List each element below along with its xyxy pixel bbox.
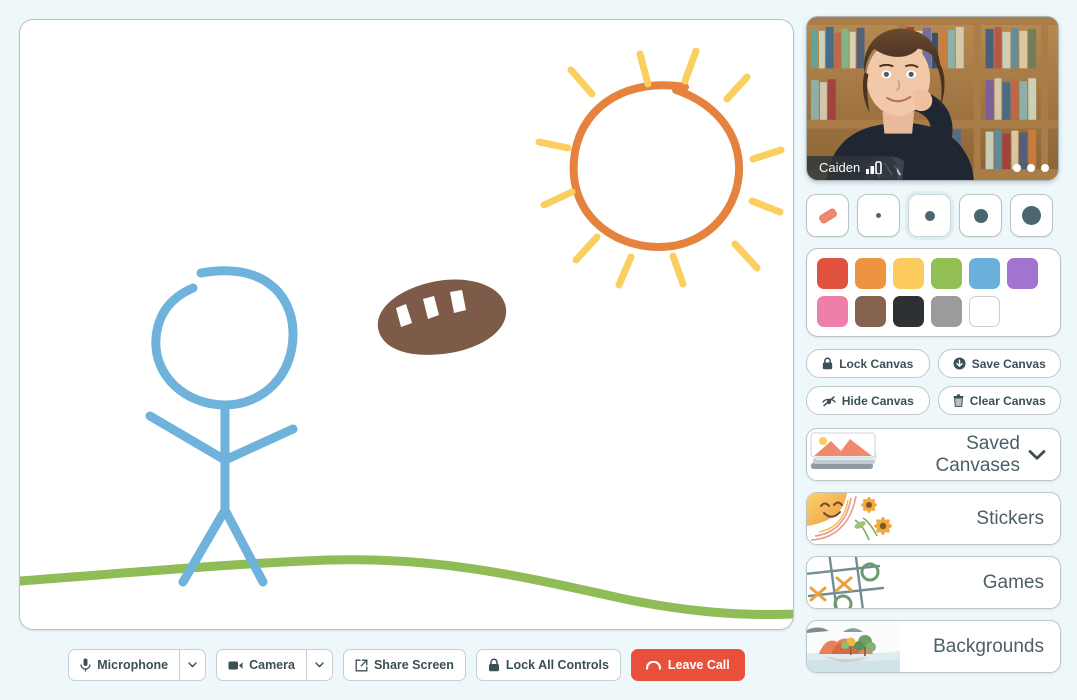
color-yellow[interactable]: [893, 258, 924, 289]
video-camera-icon: [228, 660, 243, 671]
right-panel: Caiden Lock Canvas Save Canvas Hide Canv…: [806, 16, 1061, 673]
color-pink[interactable]: [817, 296, 848, 327]
share-screen-button[interactable]: Share Screen: [342, 649, 466, 681]
save-canvas-button[interactable]: Save Canvas: [937, 349, 1061, 378]
microphone-label: Microphone: [97, 658, 169, 672]
lock-icon: [822, 357, 833, 370]
signal-bars-icon: [866, 161, 883, 174]
lock-canvas-label: Lock Canvas: [839, 356, 914, 371]
participant-name: Caiden: [819, 160, 861, 175]
share-screen-icon: [355, 659, 368, 672]
participant-name-badge: Caiden: [807, 156, 898, 180]
lock-all-controls-button[interactable]: Lock All Controls: [475, 649, 621, 681]
microphone-button[interactable]: Microphone: [68, 649, 207, 681]
video-page-indicator[interactable]: [1013, 164, 1049, 172]
page-dot[interactable]: [1041, 164, 1049, 172]
microphone-dropdown[interactable]: [179, 650, 205, 680]
stacked-photos-icon: [807, 429, 900, 480]
color-black[interactable]: [893, 296, 924, 327]
feature-cards: Saved Canvases Stickers Games Background…: [806, 428, 1061, 673]
camera-label: Camera: [249, 658, 295, 672]
chevron-down-icon: [188, 662, 197, 668]
games-card[interactable]: Games: [806, 556, 1061, 609]
color-green[interactable]: [931, 258, 962, 289]
page-dot[interactable]: [1027, 164, 1035, 172]
brush-size-4[interactable]: [1010, 194, 1053, 237]
eye-slash-icon: [822, 395, 836, 407]
saved-canvases-card[interactable]: Saved Canvases: [806, 428, 1061, 481]
camera-main[interactable]: Camera: [217, 650, 306, 680]
backgrounds-card[interactable]: Backgrounds: [806, 620, 1061, 673]
tic-tac-toe-icon: [807, 557, 900, 608]
stickers-label: Stickers: [976, 507, 1044, 529]
island-landscape-icon: [807, 621, 900, 672]
dot-icon: [876, 213, 881, 218]
games-label: Games: [982, 571, 1044, 593]
dot-icon: [1022, 206, 1041, 225]
app-root: Microphone Camera Share Screen Lock All …: [0, 0, 1077, 700]
save-canvas-label: Save Canvas: [971, 356, 1046, 371]
color-brown[interactable]: [855, 296, 886, 327]
color-row: [817, 258, 1050, 289]
clear-canvas-button[interactable]: Clear Canvas: [937, 386, 1061, 415]
leave-call-button[interactable]: Leave Call: [630, 649, 745, 681]
drawing-canvas[interactable]: [19, 19, 794, 630]
stickers-card[interactable]: Stickers: [806, 492, 1061, 545]
camera-dropdown[interactable]: [305, 650, 332, 680]
eraser-tool[interactable]: [806, 194, 849, 237]
hide-canvas-label: Hide Canvas: [841, 393, 914, 408]
color-orange[interactable]: [855, 258, 886, 289]
download-circle-icon: [953, 357, 966, 370]
drawing-tools: [806, 194, 1061, 237]
page-dot[interactable]: [1013, 164, 1021, 172]
microphone-icon: [80, 658, 91, 672]
color-red[interactable]: [817, 258, 848, 289]
color-row: [817, 296, 1050, 327]
chevron-down-icon[interactable]: [1028, 449, 1060, 461]
color-gray[interactable]: [931, 296, 962, 327]
color-purple[interactable]: [1007, 258, 1038, 289]
lock-all-controls-label: Lock All Controls: [505, 658, 609, 672]
microphone-main[interactable]: Microphone: [69, 650, 179, 680]
brush-size-1[interactable]: [857, 194, 900, 237]
football-sticker: [377, 279, 507, 355]
sun-drawing: [535, 47, 785, 289]
sun-flowers-icon: [807, 493, 900, 544]
lock-icon: [488, 658, 500, 672]
canvas-artwork: [20, 47, 793, 619]
ground-line: [20, 555, 793, 619]
call-controls-bar: Microphone Camera Share Screen Lock All …: [19, 645, 794, 685]
saved-canvases-label: Saved Canvases: [935, 432, 1021, 476]
camera-button[interactable]: Camera: [216, 649, 333, 681]
trash-icon: [953, 394, 964, 407]
brush-size-2[interactable]: [908, 194, 951, 237]
hide-canvas-button[interactable]: Hide Canvas: [806, 386, 930, 415]
phone-hangup-icon: [645, 660, 661, 670]
brush-size-3[interactable]: [959, 194, 1002, 237]
color-palette: [806, 248, 1061, 337]
clear-canvas-label: Clear Canvas: [969, 393, 1046, 408]
stick-figure: [145, 266, 298, 587]
leave-call-label: Leave Call: [667, 658, 730, 672]
canvas-actions: Lock Canvas Save Canvas Hide Canvas Clea…: [806, 349, 1061, 415]
chevron-down-icon: [315, 662, 324, 668]
eraser-icon: [816, 204, 840, 228]
dot-icon: [924, 210, 935, 221]
backgrounds-label: Backgrounds: [933, 635, 1044, 657]
dot-icon: [973, 208, 988, 223]
lock-canvas-button[interactable]: Lock Canvas: [806, 349, 930, 378]
share-screen-label: Share Screen: [373, 658, 454, 672]
color-white[interactable]: [969, 296, 1000, 327]
participant-video-tile[interactable]: Caiden: [806, 16, 1059, 181]
color-blue[interactable]: [969, 258, 1000, 289]
